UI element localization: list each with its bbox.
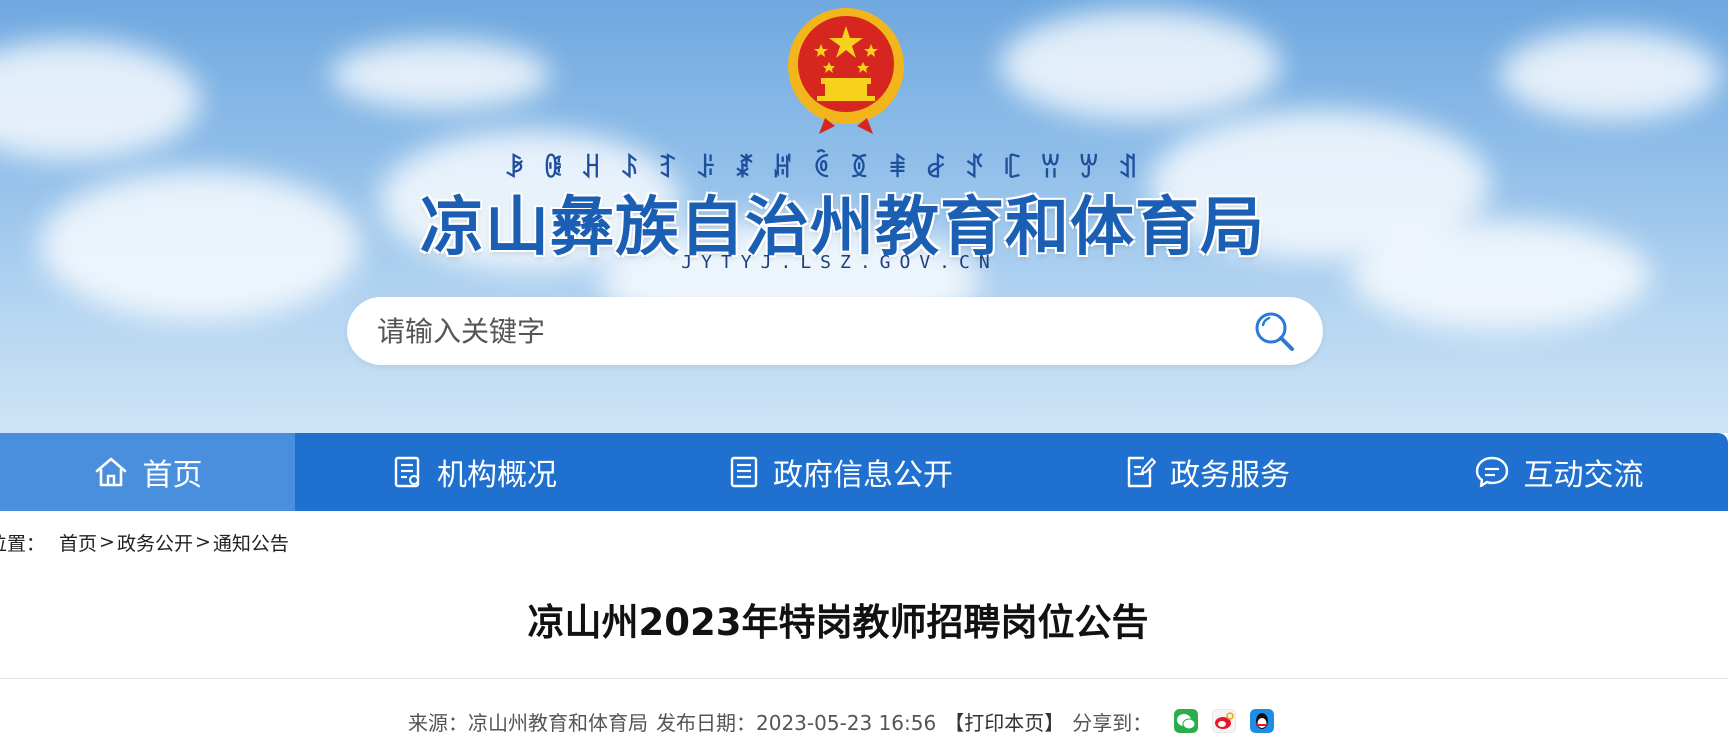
nav-item-label: 机构概况	[437, 458, 557, 493]
cloud-decoration	[1350, 220, 1650, 330]
article-title: 凉山州2023年特岗教师招聘岗位公告	[527, 601, 1149, 644]
site-domain: JYTYJ.LSZ.GOV.CN	[681, 252, 999, 273]
print-page-link[interactable]: 【打印本页】	[944, 707, 1064, 733]
chat-icon	[1475, 456, 1508, 488]
qq-icon[interactable]	[1250, 709, 1275, 733]
nav-item-interaction[interactable]: 互动交流	[1389, 433, 1728, 511]
cloud-decoration	[330, 40, 550, 110]
cloud-decoration	[0, 40, 200, 160]
breadcrumb-link-notices[interactable]: 通知公告	[213, 529, 289, 556]
search-input[interactable]	[377, 311, 1237, 351]
site-title: 凉山彝族自治州教育和体育局	[420, 191, 1265, 265]
national-emblem-icon	[788, 8, 904, 134]
article-date: 发布日期：2023-05-23 16:56	[656, 710, 937, 733]
nav-item-label: 政务服务	[1170, 458, 1290, 493]
cloud-decoration	[1000, 10, 1280, 120]
article-source: 来源：凉山州教育和体育局	[408, 710, 648, 733]
list-doc-icon	[730, 456, 758, 488]
breadcrumb-separator: >	[99, 531, 115, 553]
nav-item-label: 互动交流	[1523, 458, 1644, 493]
nav-item-gov-info[interactable]: 政府信息公开	[655, 433, 1027, 511]
breadcrumb: 位置： 首页 > 政务公开 > 通知公告	[0, 528, 289, 556]
nav-item-gov-service[interactable]: 政务服务	[1027, 433, 1389, 511]
document-icon	[394, 456, 420, 488]
weibo-icon[interactable]	[1212, 709, 1237, 733]
header-banner: ꆃꍆꃅꌺꆈꌠꊨꏦꏱꅉꑌꆀꀋꏸꀕꏮꀊ 凉山彝族自治州教育和体育局 JYTYJ.LS…	[0, 0, 1728, 433]
cloud-decoration	[40, 170, 360, 320]
share-label: 分享到：	[1072, 710, 1153, 733]
home-icon	[95, 457, 126, 487]
breadcrumb-link-gov-affairs[interactable]: 政务公开	[117, 529, 193, 556]
nav-item-home[interactable]: 首页	[0, 433, 295, 511]
cloud-decoration	[1500, 30, 1720, 120]
breadcrumb-prefix: 位置：	[0, 532, 46, 555]
wechat-icon[interactable]	[1174, 709, 1199, 733]
main-navigation: 首页 机构概况 政府信息公开 政务服务 互动交流	[0, 433, 1728, 511]
article-meta: 来源：凉山州教育和体育局 发布日期：2023-05-23 16:56 【打印本页…	[408, 706, 1275, 733]
search-bar	[347, 297, 1323, 365]
breadcrumb-link-home[interactable]: 首页	[59, 529, 97, 556]
breadcrumb-separator: >	[194, 531, 211, 553]
nav-item-label: 政府信息公开	[773, 458, 953, 493]
title-divider	[0, 678, 1728, 679]
nav-item-label: 首页	[142, 458, 203, 493]
edit-doc-icon	[1127, 456, 1156, 488]
search-icon[interactable]	[1252, 309, 1298, 355]
nav-item-organization[interactable]: 机构概况	[295, 433, 655, 511]
